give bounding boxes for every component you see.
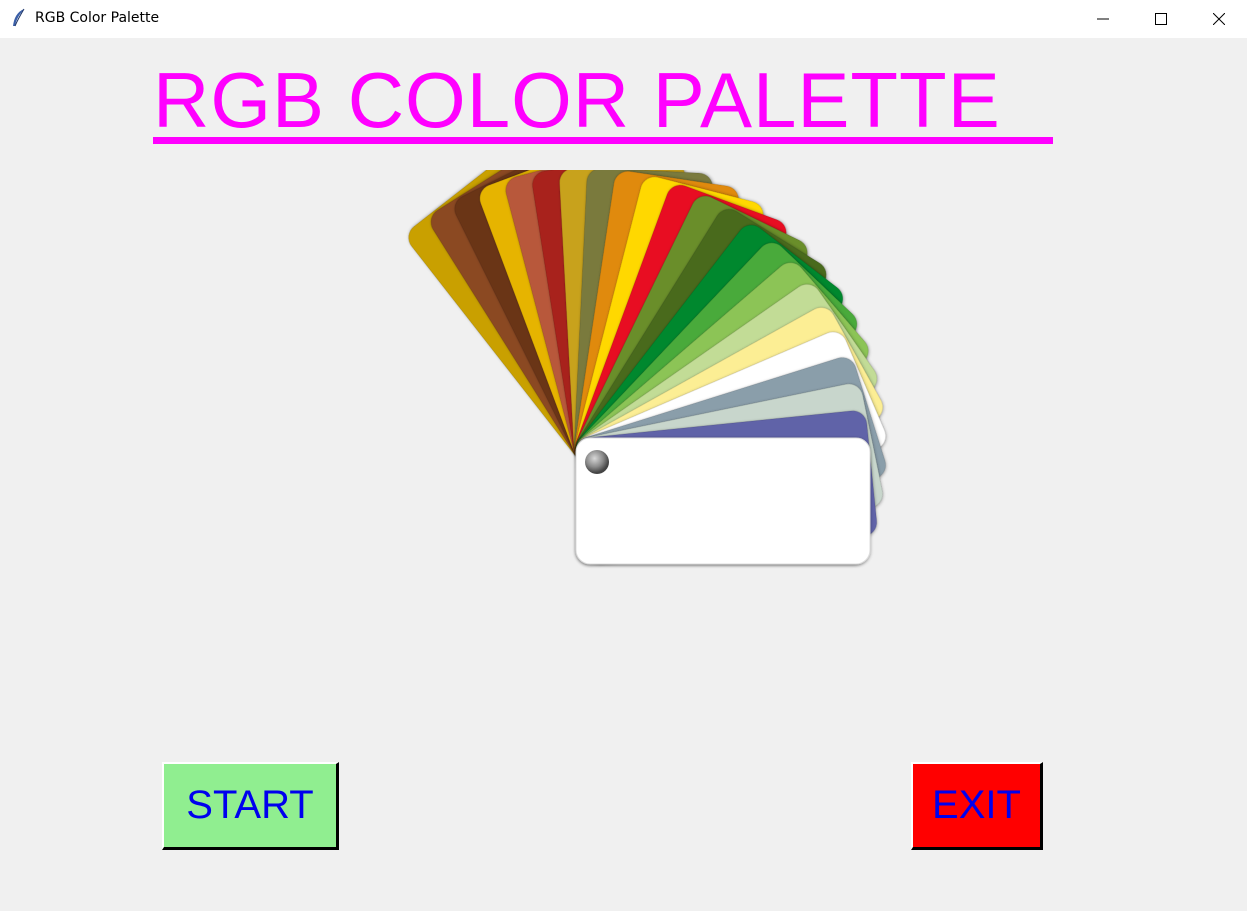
minimize-button[interactable] (1074, 0, 1132, 38)
minimize-icon (1097, 18, 1109, 20)
page-title: RGB COLOR PALETTE (153, 56, 1001, 144)
maximize-button[interactable] (1132, 0, 1190, 38)
close-icon (1213, 13, 1225, 25)
front-swatch-card (575, 437, 871, 565)
close-button[interactable] (1190, 0, 1247, 38)
color-swatch-fan-image (408, 170, 887, 565)
maximize-icon (1155, 13, 1167, 25)
start-button[interactable]: START (162, 762, 339, 850)
title-underline (153, 137, 1053, 144)
feather-icon (11, 8, 27, 28)
window-title: RGB Color Palette (35, 10, 160, 26)
title-bar: RGB Color Palette (0, 0, 1247, 38)
exit-button[interactable]: EXIT (911, 762, 1043, 850)
app-window: RGB Color Palette RGB COLOR PALETTE STAR… (0, 0, 1247, 911)
